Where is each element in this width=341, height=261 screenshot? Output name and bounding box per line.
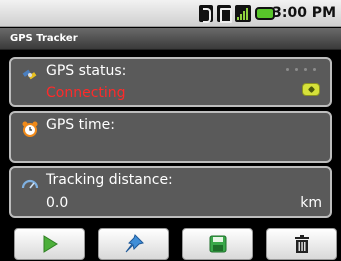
tracking-distance-unit: km (300, 195, 322, 211)
odometer-icon (21, 179, 39, 189)
alarm-clock-icon (22, 121, 38, 137)
floppy-disk-icon (209, 235, 226, 253)
gps-status-label: GPS status: (46, 63, 127, 79)
gps-status-panel: GPS status: Connecting (9, 57, 332, 107)
bluetooth-icon (199, 5, 213, 23)
app-title: GPS Tracker (0, 28, 341, 50)
tracking-distance-label: Tracking distance: (46, 172, 173, 188)
status-bar-time: 3:00 PM (272, 5, 336, 21)
vibrate-icon (217, 5, 232, 23)
gps-time-panel: GPS time: (9, 111, 332, 163)
satellite-badge-icon (302, 83, 320, 96)
tracking-distance-value: 0.0 (46, 195, 69, 211)
save-button[interactable] (182, 228, 253, 260)
tracking-distance-panel: Tracking distance: 0.0 km (9, 166, 332, 218)
play-icon (43, 235, 58, 253)
pin-button[interactable] (98, 228, 169, 260)
toolbar (0, 224, 341, 261)
signal-icon (235, 5, 251, 22)
gps-status-value: Connecting (46, 85, 126, 101)
satellite-icon (22, 69, 37, 80)
play-button[interactable] (14, 228, 85, 260)
trash-icon (294, 235, 309, 253)
satellite-dots (286, 68, 316, 71)
gps-time-label: GPS time: (46, 117, 115, 133)
delete-button[interactable] (266, 228, 337, 260)
status-bar: 3:00 PM (0, 0, 341, 27)
pushpin-icon (125, 234, 144, 253)
